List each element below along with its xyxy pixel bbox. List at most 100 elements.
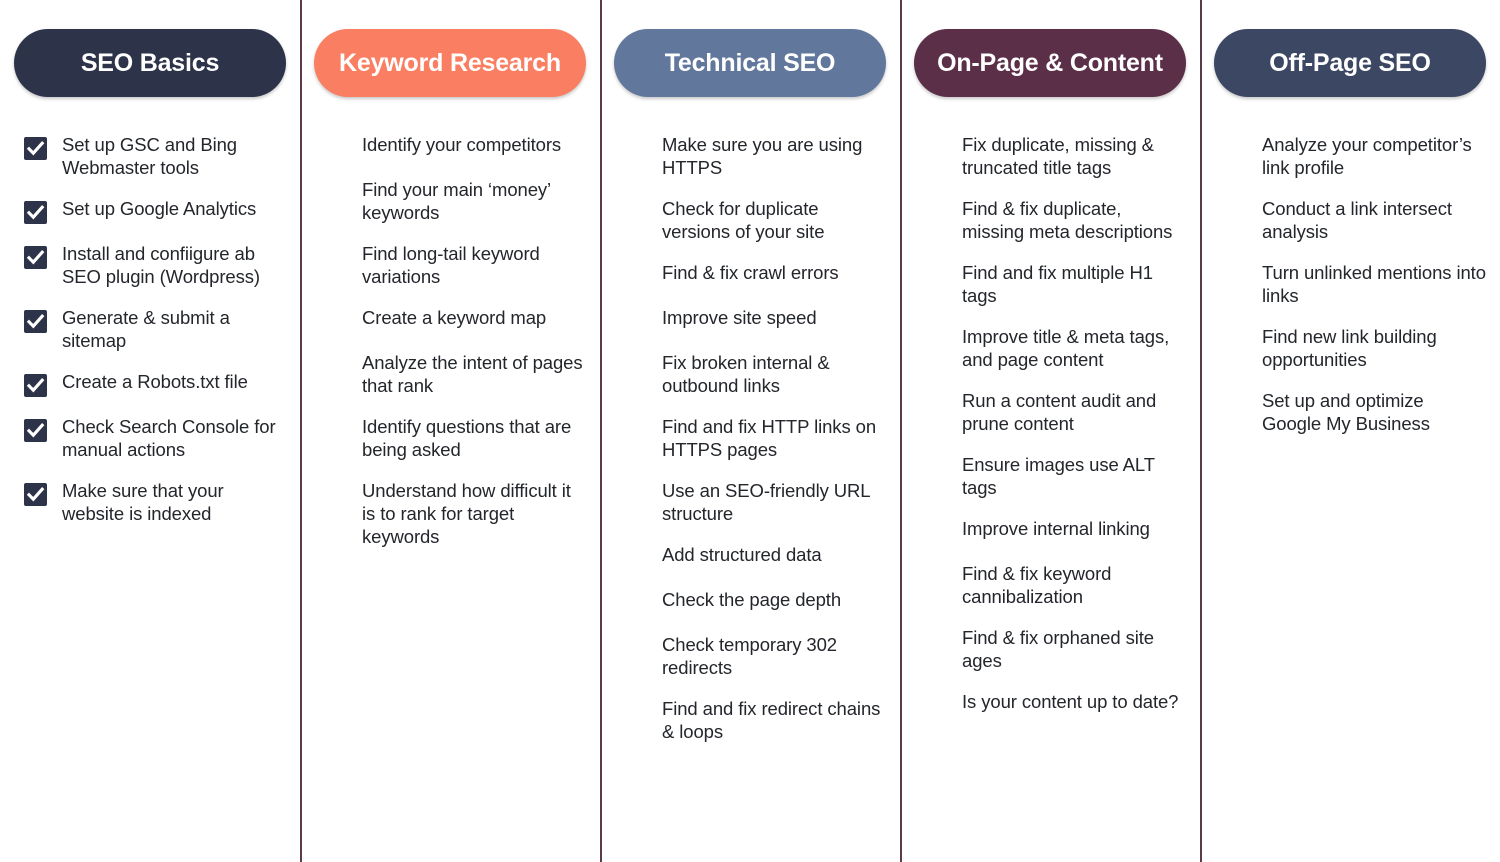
- checklist-item[interactable]: Find & fix keyword cannibalization: [924, 562, 1186, 608]
- column-off-page-seo: Off-Page SEO Analyze your competitor’s li…: [1200, 0, 1500, 862]
- checkbox-checked-icon[interactable]: [924, 457, 947, 480]
- checklist-item[interactable]: Turn unlinked mentions into links: [1224, 261, 1486, 307]
- checkbox-checked-icon[interactable]: [624, 483, 647, 506]
- checklist-item[interactable]: Make sure that your website is indexed: [24, 479, 286, 525]
- checkbox-checked-icon[interactable]: [324, 246, 347, 269]
- checkbox-checked-icon[interactable]: [924, 566, 947, 589]
- checklist-item-label: Set up Google Analytics: [62, 198, 257, 219]
- checklist-item[interactable]: Set up GSC and Bing Webmaster tools: [24, 133, 286, 179]
- checklist-item[interactable]: Ensure images use ALT tags: [924, 453, 1186, 499]
- checklist-item[interactable]: Check Search Console for manual actions: [24, 415, 286, 461]
- checklist-item-label: Set up and optimize Google My Business: [1262, 390, 1430, 434]
- checklist-item-label: Check the page depth: [662, 589, 842, 610]
- checklist-item[interactable]: Fix duplicate, missing & truncated title…: [924, 133, 1186, 179]
- checklist-item[interactable]: Conduct a link intersect analysis: [1224, 197, 1486, 243]
- checkbox-checked-icon[interactable]: [924, 265, 947, 288]
- checkbox-checked-icon[interactable]: [1224, 265, 1247, 288]
- checklist-item[interactable]: Set up and optimize Google My Business: [1224, 389, 1486, 435]
- checkbox-checked-icon[interactable]: [624, 419, 647, 442]
- checklist-item-label: Find and fix multiple H1 tags: [962, 262, 1153, 306]
- checklist-item[interactable]: Understand how difficult it is to rank f…: [324, 479, 586, 548]
- checklist-item[interactable]: Create a Robots.txt file: [24, 370, 286, 397]
- checklist-item-label: Turn unlinked mentions into links: [1262, 262, 1486, 306]
- checklist-item[interactable]: Is your content up to date?: [924, 690, 1186, 717]
- checkbox-checked-icon[interactable]: [1224, 393, 1247, 416]
- checklist-item[interactable]: Fix broken internal & outbound links: [624, 351, 886, 397]
- checkbox-checked-icon[interactable]: [24, 483, 47, 506]
- checklist-item-label: Check temporary 302 redirects: [662, 634, 837, 678]
- column-header-keyword-research: Keyword Research: [314, 29, 586, 97]
- checkbox-checked-icon[interactable]: [24, 201, 47, 224]
- checkbox-checked-icon[interactable]: [324, 419, 347, 442]
- checkbox-checked-icon[interactable]: [24, 419, 47, 442]
- column-header-technical-seo: Technical SEO: [614, 29, 886, 97]
- checkbox-checked-icon[interactable]: [324, 355, 347, 378]
- checklist-item-label: Find & fix crawl errors: [662, 262, 839, 283]
- checkbox-checked-icon[interactable]: [24, 374, 47, 397]
- checklist-item[interactable]: Identify questions that are being asked: [324, 415, 586, 461]
- checklist-item[interactable]: Find & fix duplicate, missing meta descr…: [924, 197, 1186, 243]
- checkbox-checked-icon[interactable]: [924, 393, 947, 416]
- checklist-item[interactable]: Find and fix redirect chains & loops: [624, 697, 886, 743]
- checklist-item[interactable]: Find long-tail keyword variations: [324, 242, 586, 288]
- checkbox-checked-icon[interactable]: [924, 137, 947, 160]
- checkbox-checked-icon[interactable]: [24, 137, 47, 160]
- checkbox-checked-icon[interactable]: [24, 246, 47, 269]
- column-seo-basics: SEO Basics Set up GSC and Bing Webmaster …: [0, 0, 300, 862]
- column-technical-seo: Technical SEO Make sure you are using HTT…: [600, 0, 900, 862]
- checklist-item[interactable]: Create a keyword map: [324, 306, 586, 333]
- checkbox-checked-icon[interactable]: [624, 355, 647, 378]
- checklist-item-label: Find and fix redirect chains & loops: [662, 698, 881, 742]
- checkbox-checked-icon[interactable]: [924, 521, 947, 544]
- checklist-item[interactable]: Improve title & meta tags, and page cont…: [924, 325, 1186, 371]
- checklist-item[interactable]: Add structured data: [624, 543, 886, 570]
- checklist-item[interactable]: Find & fix crawl errors: [624, 261, 886, 288]
- checkbox-checked-icon[interactable]: [1224, 201, 1247, 224]
- checklist-item[interactable]: Analyze the intent of pages that rank: [324, 351, 586, 397]
- checklist-item[interactable]: Install and confiigure ab SEO plugin (Wo…: [24, 242, 286, 288]
- checklist-item[interactable]: Run a content audit and prune content: [924, 389, 1186, 435]
- checkbox-checked-icon[interactable]: [1224, 137, 1247, 160]
- checkbox-checked-icon[interactable]: [24, 310, 47, 333]
- checkbox-checked-icon[interactable]: [324, 137, 347, 160]
- checkbox-checked-icon[interactable]: [324, 310, 347, 333]
- checklist-item[interactable]: Check the page depth: [624, 588, 886, 615]
- checkbox-checked-icon[interactable]: [624, 201, 647, 224]
- checkbox-checked-icon[interactable]: [624, 547, 647, 570]
- checklist-item[interactable]: Use an SEO-friendly URL structure: [624, 479, 886, 525]
- checkbox-checked-icon[interactable]: [624, 137, 647, 160]
- checklist-item[interactable]: Generate & submit a sitemap: [24, 306, 286, 352]
- checklist-item-label: Conduct a link intersect analysis: [1262, 198, 1452, 242]
- checkbox-checked-icon[interactable]: [624, 310, 647, 333]
- checkbox-checked-icon[interactable]: [924, 694, 947, 717]
- checklist-item-label: Run a content audit and prune content: [962, 390, 1157, 434]
- checklist-item-label: Identify your competitors: [362, 134, 562, 155]
- checklist-item[interactable]: Find your main ‘money’ keywords: [324, 178, 586, 224]
- checkbox-checked-icon[interactable]: [624, 265, 647, 288]
- checklist-item[interactable]: Check temporary 302 redirects: [624, 633, 886, 679]
- checkbox-checked-icon[interactable]: [624, 637, 647, 660]
- checkbox-checked-icon[interactable]: [924, 329, 947, 352]
- checklist-item[interactable]: Improve internal linking: [924, 517, 1186, 544]
- checkbox-checked-icon[interactable]: [624, 592, 647, 615]
- checkbox-checked-icon[interactable]: [324, 182, 347, 205]
- checklist-item[interactable]: Find and fix multiple H1 tags: [924, 261, 1186, 307]
- checklist-item[interactable]: Identify your competitors: [324, 133, 586, 160]
- checkbox-checked-icon[interactable]: [324, 483, 347, 506]
- checkbox-checked-icon[interactable]: [624, 701, 647, 724]
- checklist-item[interactable]: Set up Google Analytics: [24, 197, 286, 224]
- checklist-item[interactable]: Improve site speed: [624, 306, 886, 333]
- checkbox-checked-icon[interactable]: [924, 630, 947, 653]
- checklist-keyword-research: Identify your competitors Find your main …: [314, 133, 586, 548]
- checklist-item[interactable]: Check for duplicate versions of your sit…: [624, 197, 886, 243]
- checklist-item-label: Use an SEO-friendly URL structure: [662, 480, 870, 524]
- checklist-item[interactable]: Find and fix HTTP links on HTTPS pages: [624, 415, 886, 461]
- checklist-item-label: Find your main ‘money’ keywords: [362, 179, 551, 223]
- checkbox-checked-icon[interactable]: [1224, 329, 1247, 352]
- checklist-item[interactable]: Find new link building opportunities: [1224, 325, 1486, 371]
- checklist-item[interactable]: Find & fix orphaned site ages: [924, 626, 1186, 672]
- checklist-item[interactable]: Make sure you are using HTTPS: [624, 133, 886, 179]
- checklist-item-label: Find long-tail keyword variations: [362, 243, 540, 287]
- checkbox-checked-icon[interactable]: [924, 201, 947, 224]
- checklist-item[interactable]: Analyze your competitor’s link profile: [1224, 133, 1486, 179]
